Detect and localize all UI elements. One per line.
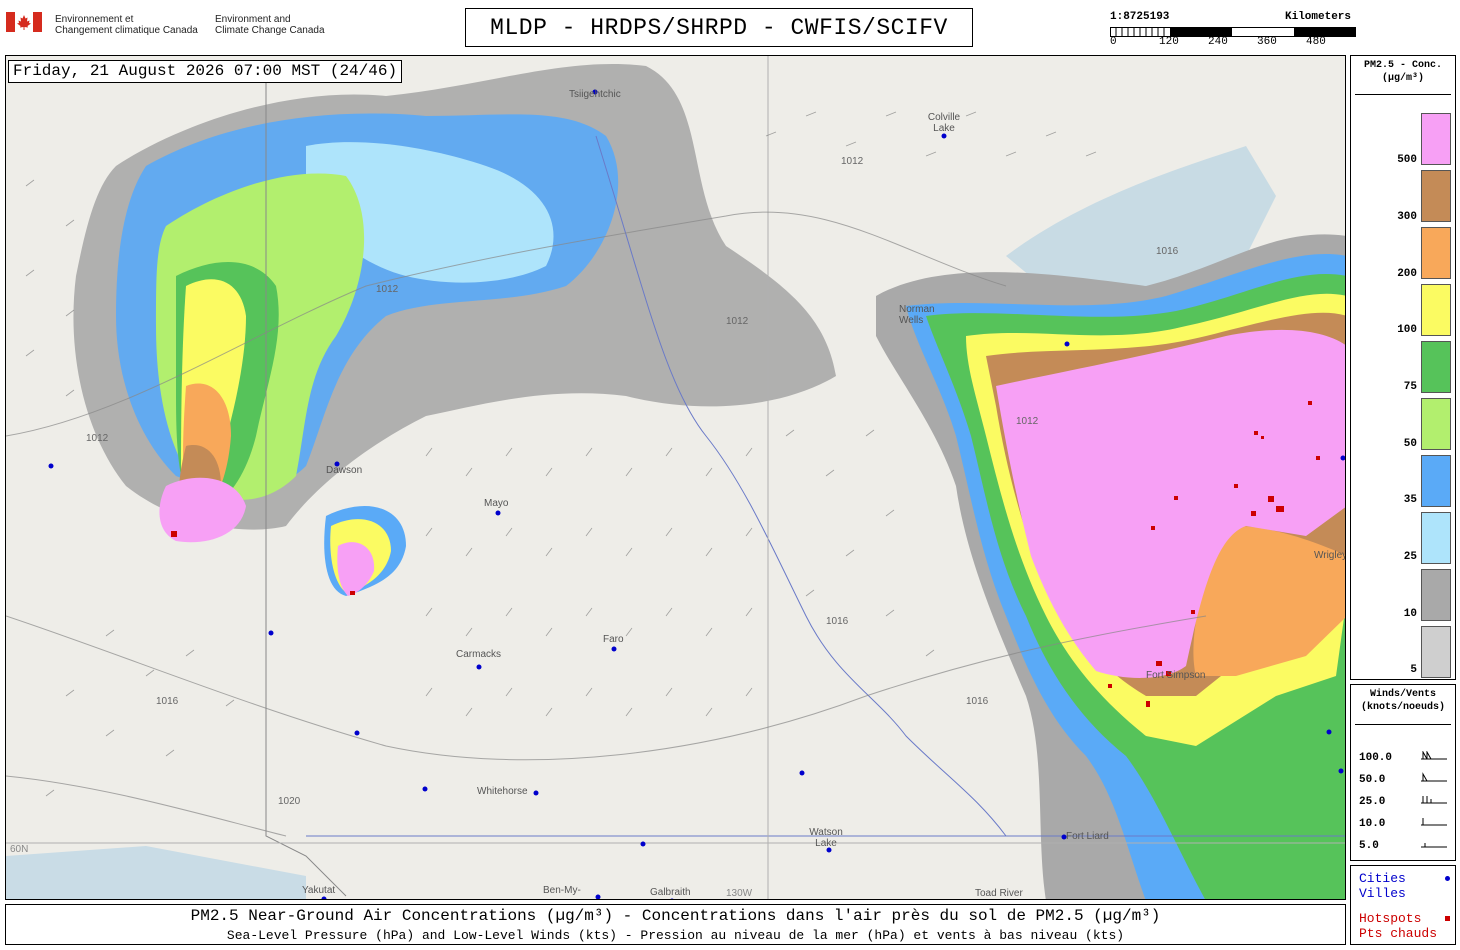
hotspots-label-en: Hotspots [1359,911,1422,926]
pm25-swatch-75 [1421,341,1451,393]
pm25-label: 500 [1397,154,1417,166]
pm25-legend-title-line2: (µg/m³) [1381,73,1424,84]
pm25-swatch-10 [1421,569,1451,621]
map-canvas [6,56,1345,899]
scale-bar [1110,24,1356,37]
department-name-en: Environment and Climate Change Canada [215,14,365,36]
city-label: Colville Lake [927,112,961,134]
cities-label-en: Cities [1359,871,1406,886]
isobar-label: 1012 [1016,416,1039,427]
scale-ratio: 1:8725193 [1110,11,1170,23]
pm25-swatch-50 [1421,398,1451,450]
department-name-fr: Environnement et Changement climatique C… [55,14,205,36]
pm25-label: 300 [1397,211,1417,223]
city-dot-icon [1445,876,1450,881]
city-label: Dawson [326,465,363,476]
map-caption: PM2.5 Near-Ground Air Concentrations (µg… [5,904,1346,945]
pacific-ocean [6,846,306,899]
hotspot-square-icon [1445,916,1450,921]
wind-speed-label: 5.0 [1359,840,1379,852]
canada-flag-logo [6,12,42,37]
city-label: Norman Wells [899,304,935,326]
pm25-legend-title-line1: PM2.5 - Conc. [1363,60,1442,71]
forecast-datetime: Friday, 21 August 2026 07:00 MST (24/46) [8,60,403,83]
city-label: Whitehorse [477,786,528,797]
legend-divider [1355,94,1451,95]
city-label: Watson Lake [809,827,843,849]
cities-label-fr: Villes [1359,886,1406,901]
pm25-label: 10 [1403,608,1417,620]
city-label: Mayo [484,498,509,509]
wind-speed-label: 10.0 [1359,818,1386,830]
city-label: Faro [603,634,624,645]
hotspots-label-fr: Pts chauds [1359,926,1438,941]
pm25-label: 35 [1403,494,1417,506]
pm25-label: 75 [1403,381,1417,393]
isobar-label: 1016 [156,696,179,707]
scale-tick: 240 [1208,36,1228,48]
isobar-label: 1016 [1156,246,1179,257]
city-label: Galbraith [650,887,691,898]
wind-speed-label: 50.0 [1359,774,1386,786]
winds-legend: Winds/Vents (knots/noeuds) 100.0 50.0 25… [1350,684,1456,861]
city-label: Yakutat [302,885,336,896]
winds-legend-title: Winds/Vents (knots/noeuds) [1351,688,1455,714]
scale-unit: Kilometers [1285,11,1352,23]
scale-tick: 360 [1257,36,1277,48]
isobar-label: 1012 [376,284,399,295]
scale-tick: 480 [1306,36,1326,48]
scale-tick: 120 [1159,36,1179,48]
pm25-label: 25 [1403,551,1417,563]
map-symbol-key: Cities Villes Hotspots Pts chauds [1350,865,1456,945]
product-title: MLDP - HRDPS/SHRPD - CWFIS/SCIFV [465,8,973,47]
department-en-line1: Environment and [215,14,291,25]
winds-legend-title-line1: Winds/Vents [1369,689,1436,700]
wind-speed-label: 100.0 [1359,752,1393,764]
isobar-label: 1016 [966,696,989,707]
wind-speed-label: 25.0 [1359,796,1386,808]
department-fr-line1: Environnement et [55,14,134,25]
isobar-label: 1016 [826,616,849,627]
legend-divider [1355,724,1451,725]
scale-tick: 0 [1110,36,1117,48]
city-label: Toad River [975,888,1023,899]
isobar-label: 1012 [726,316,749,327]
pm25-label: 50 [1403,438,1417,450]
wind-barb-icons [1421,751,1447,848]
smoke-forecast-map[interactable]: Tsiigehtchic Colville Lake Mayo Dawson C… [5,55,1346,900]
department-fr-line2: Changement climatique Canada [55,25,198,36]
pm25-swatch-200 [1421,227,1451,279]
pm25-swatch-25 [1421,512,1451,564]
city-label: Ben-My- [543,885,581,896]
isobar-label: 1020 [278,796,301,807]
caption-line1: PM2.5 Near-Ground Air Concentrations (µg… [190,907,1161,925]
isobar-label: 1012 [86,433,109,444]
pm25-label: 200 [1397,268,1417,280]
city-label: Carmacks [456,649,502,660]
pm25-legend: PM2.5 - Conc. (µg/m³) 500 300 200 100 75… [1350,55,1456,680]
city-label: Wrigley [1314,550,1346,561]
city-label: Tsiigehtchic [569,89,621,100]
winds-legend-title-line2: (knots/noeuds) [1360,702,1445,713]
pm25-swatch-300 [1421,170,1451,222]
pm25-swatch-500 [1421,113,1451,165]
latitude-label: 60N [10,844,29,855]
caption-line2: Sea-Level Pressure (hPa) and Low-Level W… [226,928,1125,943]
city-label: Fort Simpson [1146,670,1206,681]
longitude-label: 130W [726,888,753,899]
pm25-swatch-100 [1421,284,1451,336]
pm25-legend-title: PM2.5 - Conc. (µg/m³) [1351,59,1455,85]
department-en-line2: Climate Change Canada [215,25,325,36]
city-label: Fort Liard [1066,831,1109,842]
pm25-label: 5 [1410,664,1417,676]
pm25-swatch-35 [1421,455,1451,507]
pm25-label: 100 [1397,324,1417,336]
isobar-label: 1012 [841,156,864,167]
smoke-plume-south-pink [337,542,375,596]
pm25-swatch-5 [1421,626,1451,678]
